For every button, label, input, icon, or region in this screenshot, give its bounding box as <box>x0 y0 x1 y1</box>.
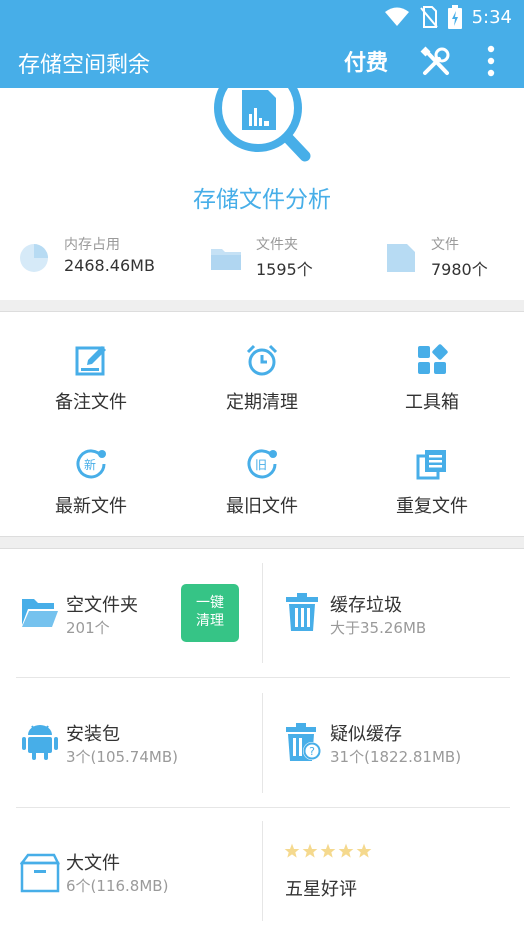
grid-item-notes[interactable]: 备注文件 <box>4 344 178 434</box>
app-title: 存储空间剩余 <box>18 53 151 78</box>
grid-label: 重复文件 <box>396 496 468 517</box>
status-time: 5:34 <box>471 6 512 28</box>
card-subtitle: 大于35.26MB <box>330 619 427 637</box>
newest-badge: 新 <box>84 457 96 472</box>
storage-analysis-title[interactable]: 存储文件分析 <box>0 180 524 214</box>
stat-label: 内存占用 <box>64 237 120 253</box>
card-title: 安装包 <box>66 724 120 745</box>
file-icon <box>387 244 415 272</box>
card-title: 疑似缓存 <box>330 724 402 745</box>
pay-button[interactable]: 付费 <box>344 45 388 77</box>
divider <box>262 693 263 793</box>
duplicate-icon <box>416 450 446 480</box>
storage-analysis-panel: 存储文件分析 内存占用 2468.46MB 文件夹 1595个 文件 7980个 <box>0 88 524 300</box>
toolbox-icon <box>418 344 448 374</box>
grid-item-newest-files[interactable]: 新 最新文件 <box>4 448 178 538</box>
status-icons: 5:34 <box>384 4 512 30</box>
more-options-icon[interactable] <box>482 44 500 78</box>
card-subtitle: 201个 <box>66 619 110 637</box>
divider <box>16 807 510 808</box>
box-icon <box>20 853 60 893</box>
button-line: 一键 <box>196 595 224 611</box>
storage-analysis-icon[interactable] <box>208 88 318 170</box>
stat-label: 文件 <box>431 237 459 253</box>
folder-open-icon <box>22 599 58 627</box>
newest-icon: 新 <box>76 449 106 479</box>
divider <box>262 821 263 921</box>
card-title: 空文件夹 <box>66 595 138 616</box>
rating-stars[interactable] <box>284 843 372 859</box>
stat-value: 2468.46MB <box>64 256 155 275</box>
divider <box>16 677 510 678</box>
folder-icon <box>211 249 241 270</box>
grid-item-toolbox[interactable]: 工具箱 <box>345 344 519 434</box>
suspect-cache-card[interactable]: ? 疑似缓存 31个(1822.81MB) <box>284 679 514 793</box>
battery-charging-icon <box>447 5 462 29</box>
svg-text:?: ? <box>309 745 315 758</box>
edit-icon <box>75 346 106 376</box>
star-icon <box>284 843 300 858</box>
grid-label: 最新文件 <box>55 496 127 517</box>
cleanup-cards: 空文件夹 201个 一键 清理 缓存垃圾 大于35.26MB 安装包 3个(10… <box>0 548 524 934</box>
divider <box>262 563 263 663</box>
cache-junk-card[interactable]: 缓存垃圾 大于35.26MB <box>284 549 514 663</box>
grid-label: 工具箱 <box>405 392 459 413</box>
oldest-icon: 旧 <box>247 449 277 479</box>
apk-card[interactable]: 安装包 3个(105.74MB) <box>20 679 260 793</box>
one-click-clean-button[interactable]: 一键 清理 <box>181 584 239 642</box>
grid-item-oldest-files[interactable]: 旧 最旧文件 <box>175 448 349 538</box>
pie-chart-icon <box>20 244 48 272</box>
button-line: 清理 <box>196 613 224 629</box>
no-sim-icon <box>419 6 438 28</box>
star-icon <box>338 843 354 858</box>
wifi-icon <box>384 7 409 26</box>
trash-question-icon: ? <box>286 723 321 761</box>
card-title: 大文件 <box>66 853 120 874</box>
star-icon <box>320 843 336 858</box>
feature-grid: 备注文件 定期清理 工具箱 新 最新文件 旧 最旧文件 重复文件 <box>0 311 524 537</box>
grid-item-scheduled-clean[interactable]: 定期清理 <box>175 344 349 434</box>
alarm-clock-icon <box>246 344 278 376</box>
star-icon <box>356 843 372 858</box>
card-subtitle: 31个(1822.81MB) <box>330 748 462 766</box>
big-file-card[interactable]: 大文件 6个(116.8MB) <box>20 809 260 923</box>
grid-label: 备注文件 <box>55 392 127 413</box>
card-subtitle: 6个(116.8MB) <box>66 877 169 895</box>
five-star-rating-label[interactable]: 五星好评 <box>285 875 357 901</box>
oldest-badge: 旧 <box>255 458 267 472</box>
tools-icon[interactable] <box>420 46 452 78</box>
stat-label: 文件夹 <box>256 237 298 253</box>
grid-label: 最旧文件 <box>226 496 298 517</box>
status-bar: 5:34 <box>0 0 524 34</box>
android-icon <box>22 725 58 760</box>
card-title: 缓存垃圾 <box>330 595 402 616</box>
stat-value: 1595个 <box>256 260 313 279</box>
stat-value: 7980个 <box>431 260 488 279</box>
star-icon <box>302 843 318 858</box>
app-bar: 存储空间剩余 付费 <box>0 34 524 88</box>
grid-label: 定期清理 <box>226 392 298 413</box>
grid-item-duplicate-files[interactable]: 重复文件 <box>345 448 519 538</box>
card-subtitle: 3个(105.74MB) <box>66 748 178 766</box>
trash-icon <box>286 593 318 631</box>
